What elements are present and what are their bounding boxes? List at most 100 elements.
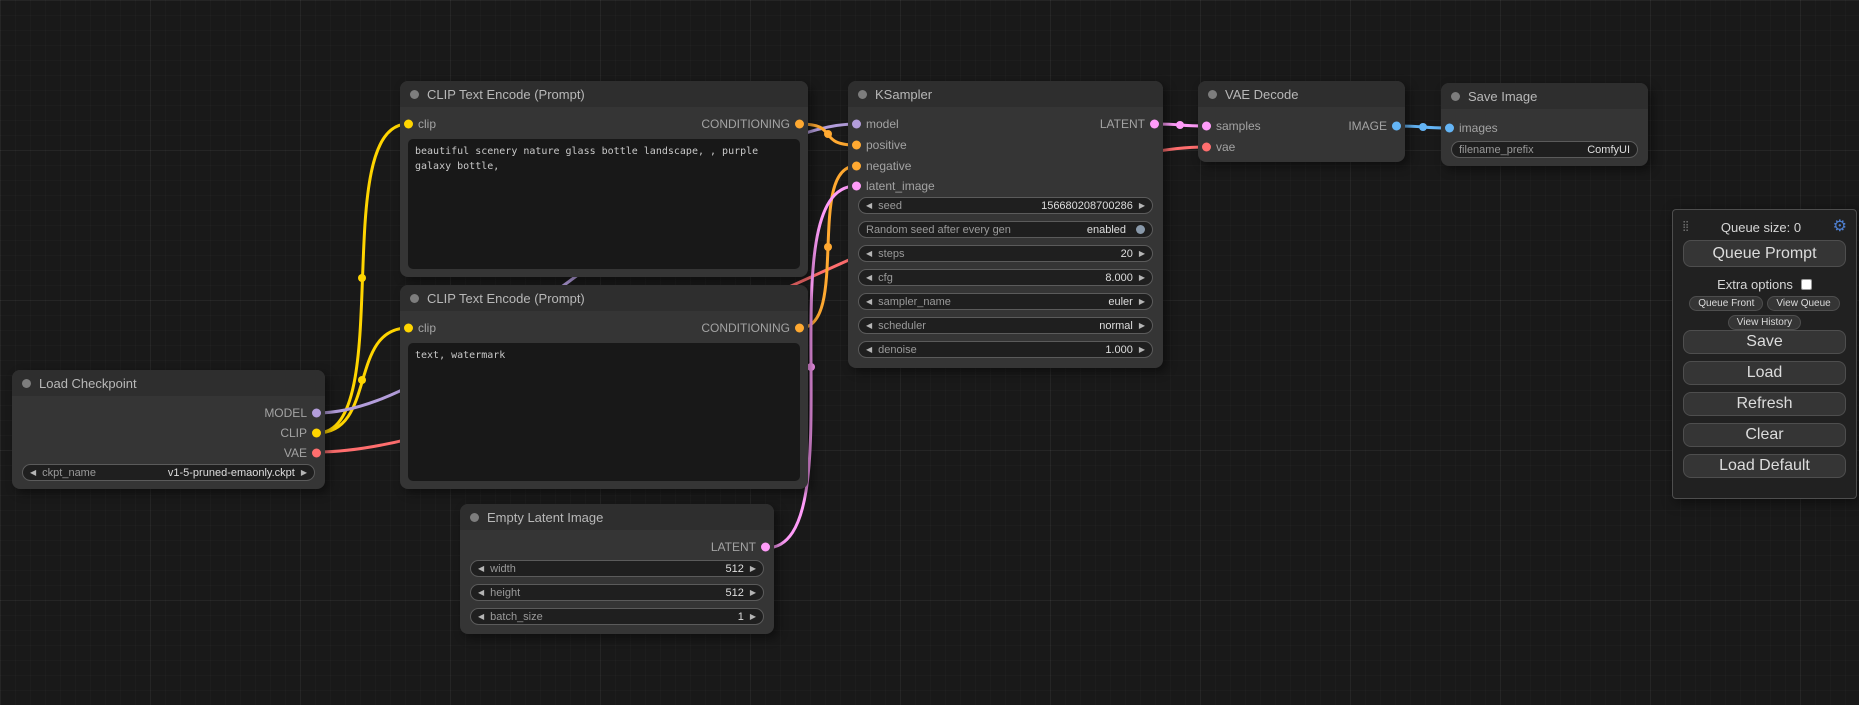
decrement-arrow-icon[interactable]: ◀	[30, 469, 36, 477]
widget-name: batch_size	[490, 611, 543, 623]
images-input-port[interactable]	[1445, 124, 1454, 133]
increment-arrow-icon[interactable]: ▶	[1139, 346, 1145, 354]
decrement-arrow-icon[interactable]: ◀	[866, 346, 872, 354]
comfyui-node-graph-canvas[interactable]: { "colors": { "model": "#B39DDB", "clip"…	[0, 0, 1859, 705]
link-midpoint-dot	[1419, 123, 1427, 131]
vae-input-port[interactable]	[1202, 143, 1211, 152]
latent-output-port[interactable]	[761, 543, 770, 552]
link-midpoint-dot	[824, 130, 832, 138]
widget-batch-size[interactable]: ◀ batch_size 1 ▶	[470, 608, 764, 625]
node-collapse-icon[interactable]	[22, 379, 31, 388]
widget-scheduler[interactable]: ◀ scheduler normal ▶	[858, 317, 1153, 334]
output-slot-label: MODEL	[264, 406, 307, 420]
node-title-bar[interactable]: Load Checkpoint	[12, 370, 325, 396]
negative-prompt-textarea[interactable]: text, watermark	[408, 343, 800, 481]
node-title-bar[interactable]: KSampler	[848, 81, 1163, 107]
increment-arrow-icon[interactable]: ▶	[750, 613, 756, 621]
input-slot-label: vae	[1216, 140, 1235, 154]
node-clip-text-encode-positive[interactable]: CLIP Text Encode (Prompt) clip CONDITION…	[400, 81, 808, 277]
view-history-button[interactable]: View History	[1728, 315, 1801, 330]
node-save-image[interactable]: Save Image images filename_prefix ComfyU…	[1441, 83, 1648, 166]
widget-filename-prefix[interactable]: filename_prefix ComfyUI	[1451, 141, 1638, 158]
conditioning-output-port[interactable]	[795, 120, 804, 129]
widget-steps[interactable]: ◀ steps 20 ▶	[858, 245, 1153, 262]
queue-front-button[interactable]: Queue Front	[1689, 296, 1763, 311]
widget-ckpt-name[interactable]: ◀ ckpt_name v1-5-pruned-emaonly.ckpt ▶	[22, 464, 315, 481]
node-title-bar[interactable]: Save Image	[1441, 83, 1648, 109]
output-slot-label: VAE	[284, 446, 307, 460]
output-slot-model: MODEL	[12, 403, 325, 423]
conditioning-output-port[interactable]	[795, 324, 804, 333]
node-ksampler[interactable]: KSampler model LATENT positive negative …	[848, 81, 1163, 368]
positive-input-port[interactable]	[852, 141, 861, 150]
widget-value: enabled	[1087, 224, 1126, 236]
widget-value: 512	[725, 563, 743, 575]
widget-name: filename_prefix	[1459, 144, 1534, 156]
settings-gear-icon[interactable]: ⚙	[1833, 219, 1847, 235]
decrement-arrow-icon[interactable]: ◀	[866, 298, 872, 306]
widget-seed[interactable]: ◀ seed 156680208700286 ▶	[858, 197, 1153, 214]
increment-arrow-icon[interactable]: ▶	[301, 469, 307, 477]
input-slot-positive: positive	[848, 135, 1163, 155]
widget-denoise[interactable]: ◀ denoise 1.000 ▶	[858, 341, 1153, 358]
refresh-button[interactable]: Refresh	[1683, 392, 1846, 416]
decrement-arrow-icon[interactable]: ◀	[866, 202, 872, 210]
decrement-arrow-icon[interactable]: ◀	[478, 589, 484, 597]
increment-arrow-icon[interactable]: ▶	[1139, 298, 1145, 306]
node-title-bar[interactable]: VAE Decode	[1198, 81, 1405, 107]
node-collapse-icon[interactable]	[410, 294, 419, 303]
load-default-button[interactable]: Load Default	[1683, 454, 1846, 478]
drag-handle-icon[interactable]: ⣿	[1682, 222, 1689, 232]
decrement-arrow-icon[interactable]: ◀	[866, 322, 872, 330]
vae-output-port[interactable]	[312, 449, 321, 458]
increment-arrow-icon[interactable]: ▶	[1139, 322, 1145, 330]
widget-height[interactable]: ◀ height 512 ▶	[470, 584, 764, 601]
node-collapse-icon[interactable]	[1208, 90, 1217, 99]
extra-options-checkbox[interactable]	[1801, 279, 1812, 290]
decrement-arrow-icon[interactable]: ◀	[866, 274, 872, 282]
widget-name: scheduler	[878, 320, 926, 332]
view-queue-button[interactable]: View Queue	[1767, 296, 1839, 311]
clip-output-port[interactable]	[312, 429, 321, 438]
node-title-bar[interactable]: Empty Latent Image	[460, 504, 774, 530]
decrement-arrow-icon[interactable]: ◀	[866, 250, 872, 258]
toggle-on-indicator[interactable]	[1136, 225, 1145, 234]
decrement-arrow-icon[interactable]: ◀	[478, 565, 484, 573]
widget-width[interactable]: ◀ width 512 ▶	[470, 560, 764, 577]
image-output-port[interactable]	[1392, 122, 1401, 131]
node-collapse-icon[interactable]	[470, 513, 479, 522]
node-empty-latent-image[interactable]: Empty Latent Image LATENT ◀ width 512 ▶ …	[460, 504, 774, 634]
node-collapse-icon[interactable]	[1451, 92, 1460, 101]
node-load-checkpoint[interactable]: Load Checkpoint MODEL CLIP VAE ◀ ckpt_na…	[12, 370, 325, 489]
node-title: Empty Latent Image	[487, 510, 603, 525]
clear-button[interactable]: Clear	[1683, 423, 1846, 447]
increment-arrow-icon[interactable]: ▶	[1139, 274, 1145, 282]
node-collapse-icon[interactable]	[410, 90, 419, 99]
node-title-bar[interactable]: CLIP Text Encode (Prompt)	[400, 81, 808, 107]
link-midpoint-dot	[358, 376, 366, 384]
widget-name: sampler_name	[878, 296, 951, 308]
output-slot-latent: LATENT	[460, 537, 774, 557]
widget-sampler-name[interactable]: ◀ sampler_name euler ▶	[858, 293, 1153, 310]
negative-input-port[interactable]	[852, 162, 861, 171]
widget-name: Random seed after every gen	[866, 224, 1011, 236]
widget-value: 8.000	[1105, 272, 1133, 284]
increment-arrow-icon[interactable]: ▶	[750, 589, 756, 597]
save-button[interactable]: Save	[1683, 330, 1846, 354]
node-title-bar[interactable]: CLIP Text Encode (Prompt)	[400, 285, 808, 311]
load-button[interactable]: Load	[1683, 361, 1846, 385]
node-vae-decode[interactable]: VAE Decode samples IMAGE vae	[1198, 81, 1405, 162]
positive-prompt-textarea[interactable]: beautiful scenery nature glass bottle la…	[408, 139, 800, 269]
latent-output-port[interactable]	[1150, 120, 1159, 129]
node-clip-text-encode-negative[interactable]: CLIP Text Encode (Prompt) clip CONDITION…	[400, 285, 808, 489]
widget-cfg[interactable]: ◀ cfg 8.000 ▶	[858, 269, 1153, 286]
latent-image-input-port[interactable]	[852, 182, 861, 191]
queue-prompt-button[interactable]: Queue Prompt	[1683, 240, 1846, 267]
widget-random-seed-toggle[interactable]: Random seed after every gen enabled	[858, 221, 1153, 238]
increment-arrow-icon[interactable]: ▶	[1139, 202, 1145, 210]
increment-arrow-icon[interactable]: ▶	[1139, 250, 1145, 258]
decrement-arrow-icon[interactable]: ◀	[478, 613, 484, 621]
model-output-port[interactable]	[312, 409, 321, 418]
increment-arrow-icon[interactable]: ▶	[750, 565, 756, 573]
node-collapse-icon[interactable]	[858, 90, 867, 99]
